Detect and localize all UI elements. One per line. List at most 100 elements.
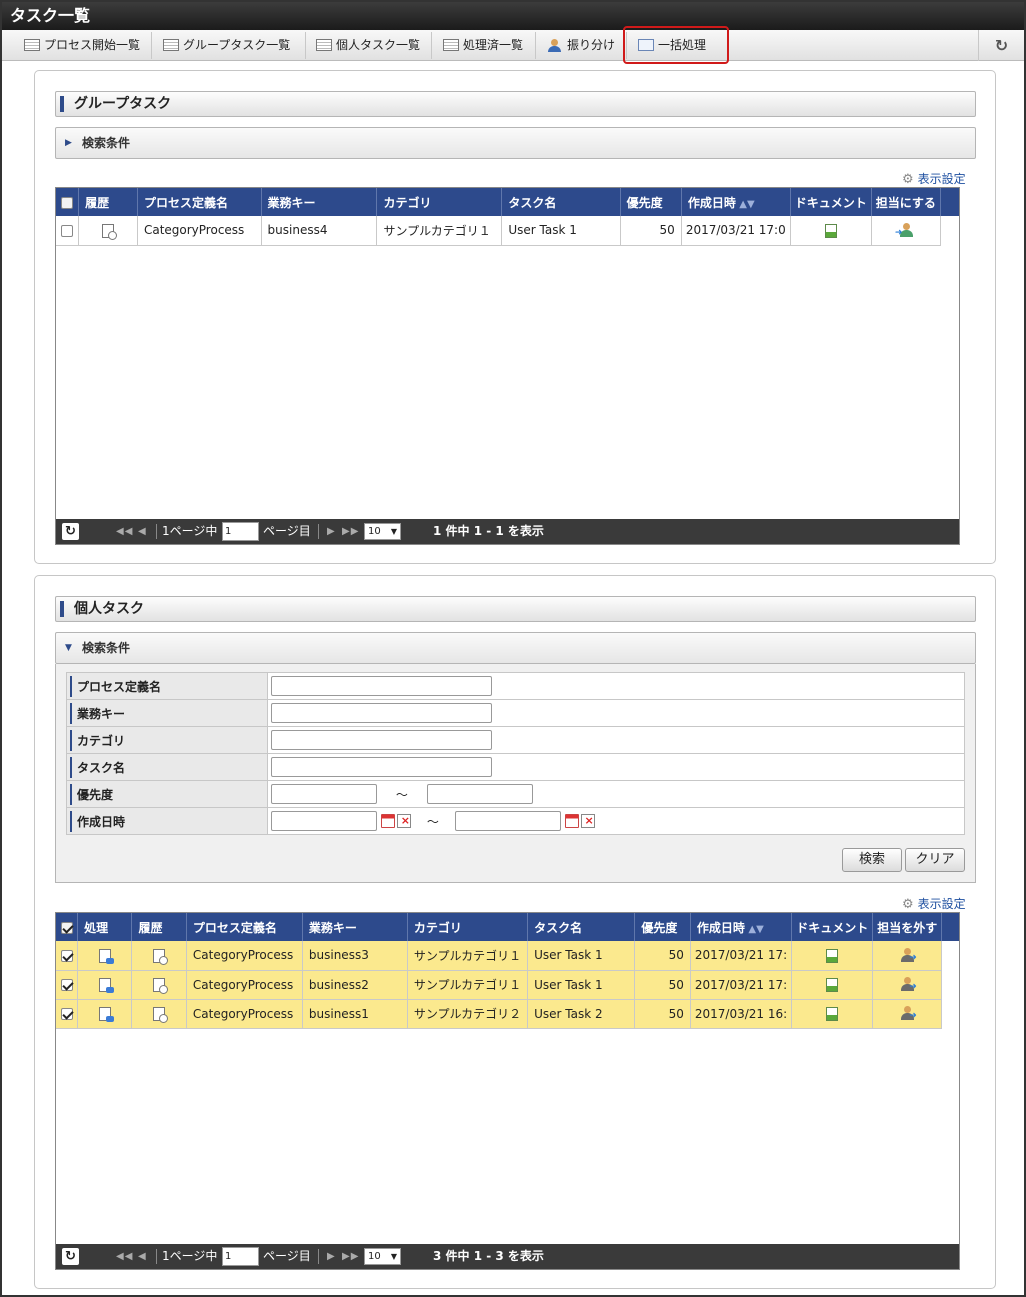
table-row[interactable]: CategoryProcess business4 サンプルカテゴリ１ User…	[56, 216, 959, 246]
clear-date-icon[interactable]: ×	[580, 814, 595, 828]
table-row[interactable]: CategoryProcess business1 サンプルカテゴリ２ User…	[56, 999, 959, 1029]
select-all-checkbox[interactable]	[56, 188, 80, 216]
cell-process: CategoryProcess	[186, 999, 303, 1029]
page-size-select[interactable]: 10	[364, 523, 401, 540]
task-name-input[interactable]	[271, 757, 492, 777]
created-to-input[interactable]	[454, 811, 561, 831]
personal-search-toggle[interactable]: ▼ 検索条件	[55, 632, 976, 664]
col-process-action[interactable]: 処理	[77, 913, 133, 941]
tab-processed-list[interactable]: 処理済一覧	[433, 32, 536, 59]
process-icon[interactable]	[77, 970, 133, 1000]
cell-priority: 50	[634, 970, 691, 1000]
row-checkbox[interactable]	[56, 216, 80, 246]
col-history[interactable]: 履歴	[78, 188, 138, 216]
personal-task-header: 個人タスク	[55, 596, 976, 622]
group-search-toggle[interactable]: ▶ 検索条件	[55, 127, 976, 159]
cell-process: CategoryProcess	[137, 216, 262, 246]
created-from-input[interactable]	[271, 811, 377, 831]
col-priority[interactable]: 優先度	[620, 188, 682, 216]
group-task-panel: グループタスク ▶ 検索条件 ⚙ 表示設定 履歴 プロセス定義名 業務キー カテゴリ	[34, 70, 996, 564]
label-process-def: プロセス定義名	[66, 672, 268, 700]
col-unassign[interactable]: 担当を外す	[872, 913, 943, 941]
priority-from-input[interactable]	[271, 784, 377, 804]
col-assign[interactable]: 担当にする	[871, 188, 941, 216]
category-input[interactable]	[271, 730, 492, 750]
refresh-icon[interactable]: ↻	[978, 30, 1024, 61]
group-display-settings[interactable]: ⚙ 表示設定	[902, 170, 966, 187]
history-icon[interactable]	[131, 970, 187, 1000]
col-document[interactable]: ドキュメント	[790, 188, 872, 216]
unassign-icon[interactable]: ➜	[872, 941, 943, 971]
process-def-input[interactable]	[271, 676, 492, 696]
process-icon[interactable]	[77, 941, 133, 971]
tab-group-task-list[interactable]: グループタスク一覧	[153, 32, 306, 59]
page-input[interactable]: 1	[222, 522, 259, 541]
cell-category: サンプルカテゴリ１	[407, 970, 529, 1000]
table-row[interactable]: CategoryProcess business3 サンプルカテゴリ１ User…	[56, 941, 959, 971]
col-business-key[interactable]: 業務キー	[302, 913, 408, 941]
table-row[interactable]: CategoryProcess business2 サンプルカテゴリ１ User…	[56, 970, 959, 1000]
col-category[interactable]: カテゴリ	[407, 913, 529, 941]
caret-down-icon: ▼	[65, 643, 72, 653]
reload-icon[interactable]: ↻	[62, 523, 79, 540]
tab-personal-task-list[interactable]: 個人タスク一覧	[306, 32, 432, 59]
list-icon	[24, 39, 40, 51]
col-process-def[interactable]: プロセス定義名	[186, 913, 303, 941]
prev-page-icon[interactable]: ◀	[138, 519, 147, 544]
grid-header-row: 履歴 プロセス定義名 業務キー カテゴリ タスク名 優先度 作成日時 ▲▼ ドキ…	[56, 188, 959, 216]
history-icon[interactable]	[131, 941, 187, 971]
assign-me-icon[interactable]: ➜	[871, 216, 941, 246]
col-task-name[interactable]: タスク名	[501, 188, 621, 216]
label-category: カテゴリ	[66, 726, 268, 754]
calendar-icon[interactable]	[381, 814, 395, 828]
next-page-icon[interactable]: ▶	[327, 1244, 336, 1269]
select-all-checkbox[interactable]	[56, 913, 79, 941]
row-checkbox[interactable]	[56, 941, 79, 971]
personal-pager: ↻ ◀◀ ◀ 1ページ中 1 ページ目 ▶ ▶▶ 10 3 件中 1 - 3 を…	[56, 1244, 959, 1269]
search-button[interactable]: 検索	[842, 848, 902, 872]
business-key-input[interactable]	[271, 703, 492, 723]
first-page-icon[interactable]: ◀◀	[116, 519, 133, 544]
pager-summary: 3 件中 1 - 3 を表示	[433, 1249, 544, 1263]
clear-button[interactable]: クリア	[905, 848, 965, 872]
cell-task: User Task 2	[527, 999, 636, 1029]
history-icon[interactable]	[131, 999, 187, 1029]
unassign-icon[interactable]: ➜	[872, 999, 943, 1029]
last-page-icon[interactable]: ▶▶	[342, 519, 359, 544]
priority-to-input[interactable]	[426, 784, 533, 804]
label-priority: 優先度	[66, 780, 268, 808]
document-icon[interactable]	[791, 999, 874, 1029]
page-input[interactable]: 1	[222, 1247, 259, 1266]
col-created[interactable]: 作成日時 ▲▼	[690, 913, 793, 941]
col-process-def[interactable]: プロセス定義名	[137, 188, 262, 216]
tab-assign[interactable]: 振り分け	[537, 32, 627, 59]
col-priority[interactable]: 優先度	[634, 913, 691, 941]
process-icon[interactable]	[77, 999, 133, 1029]
row-checkbox[interactable]	[56, 970, 79, 1000]
reload-icon[interactable]: ↻	[62, 1248, 79, 1265]
prev-page-icon[interactable]: ◀	[138, 1244, 147, 1269]
document-icon[interactable]	[791, 941, 874, 971]
last-page-icon[interactable]: ▶▶	[342, 1244, 359, 1269]
col-history[interactable]: 履歴	[131, 913, 187, 941]
clear-date-icon[interactable]: ×	[397, 814, 411, 828]
history-icon[interactable]	[78, 216, 138, 246]
tab-process-start-list[interactable]: プロセス開始一覧	[14, 32, 152, 59]
row-checkbox[interactable]	[56, 999, 79, 1029]
personal-display-settings[interactable]: ⚙ 表示設定	[902, 895, 966, 912]
col-business-key[interactable]: 業務キー	[261, 188, 378, 216]
first-page-icon[interactable]: ◀◀	[116, 1244, 133, 1269]
col-document[interactable]: ドキュメント	[791, 913, 874, 941]
search-form: プロセス定義名 業務キー カテゴリ タスク名 優先度 ～ 作成日時 × ～ × …	[55, 664, 976, 883]
document-icon[interactable]	[790, 216, 872, 246]
col-category[interactable]: カテゴリ	[376, 188, 503, 216]
page-size-select[interactable]: 10	[364, 1248, 401, 1265]
col-task-name[interactable]: タスク名	[527, 913, 636, 941]
calendar-icon[interactable]	[564, 814, 579, 828]
unassign-icon[interactable]: ➜	[872, 970, 943, 1000]
col-created[interactable]: 作成日時 ▲▼	[681, 188, 791, 216]
document-icon[interactable]	[791, 970, 874, 1000]
next-page-icon[interactable]: ▶	[327, 519, 336, 544]
cell-task: User Task 1	[527, 970, 636, 1000]
cell-key: business4	[261, 216, 378, 246]
